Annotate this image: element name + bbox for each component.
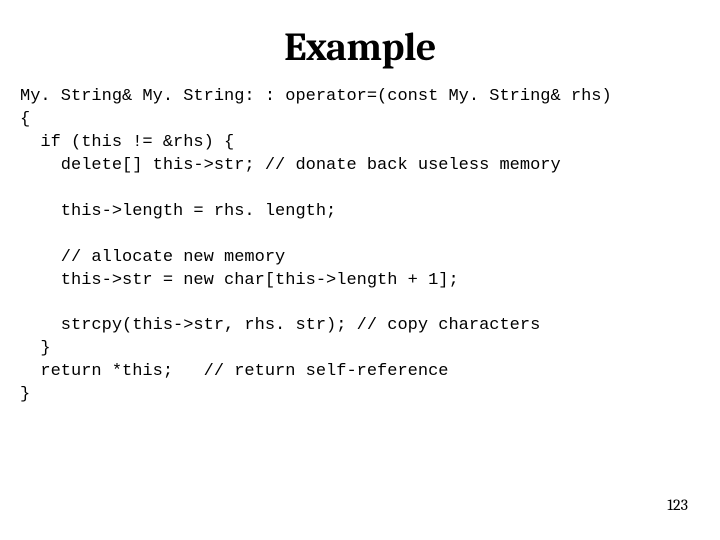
code-line: if (this != &rhs) { [20,133,234,152]
code-line: My. String& My. String: : operator=(cons… [20,87,612,106]
slide-title: Example [20,24,700,70]
code-line: delete[] this->str; // donate back usele… [20,156,561,175]
page-number: 123 [667,496,688,514]
code-line: // allocate new memory [20,248,285,267]
code-block: My. String& My. String: : operator=(cons… [20,86,700,407]
code-line: } [20,385,30,404]
code-line: this->length = rhs. length; [20,202,336,221]
code-line: this->str = new char[this->length + 1]; [20,271,459,290]
code-line: { [20,110,30,129]
slide: Example My. String& My. String: : operat… [0,0,720,540]
code-line: } [20,339,51,358]
code-line: return *this; // return self-reference [20,362,448,381]
code-line: strcpy(this->str, rhs. str); // copy cha… [20,316,540,335]
